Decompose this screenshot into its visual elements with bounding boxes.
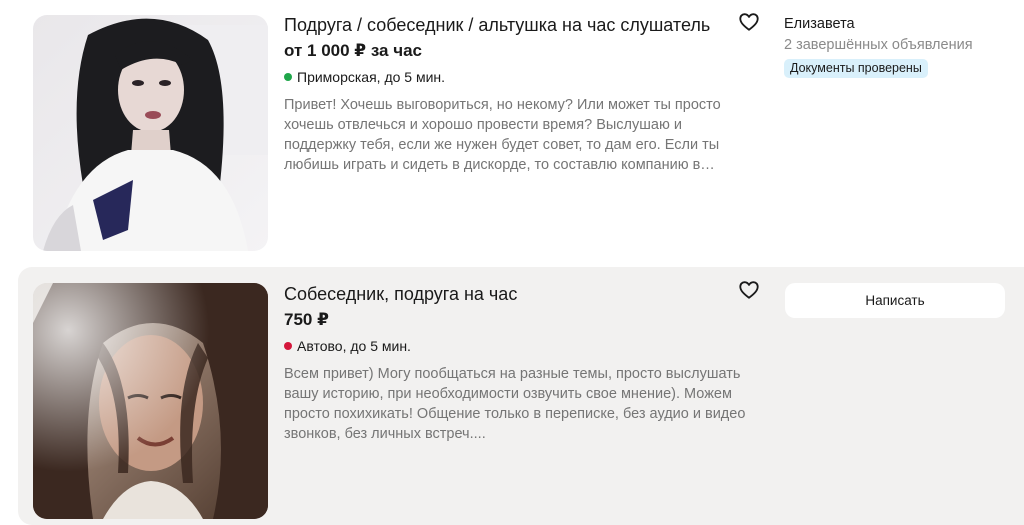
- seller-block: Елизавета 2 завершённых объявления Докум…: [784, 15, 1024, 78]
- listing-location: Приморская, до 5 мин.: [284, 68, 744, 86]
- listing-card-1[interactable]: Подруга / собеседник / альтушка на час с…: [18, 0, 1024, 262]
- seller-name[interactable]: Елизавета: [784, 15, 1024, 34]
- location-text: Автово, до 5 мин.: [297, 338, 411, 354]
- listing-price: 750 ₽: [284, 310, 329, 329]
- metro-line-icon: [284, 73, 292, 81]
- listing-title[interactable]: Собеседник, подруга на час: [284, 283, 744, 306]
- documents-verified-badge: Документы проверены: [784, 59, 928, 78]
- write-message-button[interactable]: Написать: [785, 283, 1005, 318]
- listing-photo-image: [33, 283, 268, 519]
- location-text: Приморская, до 5 мин.: [297, 69, 446, 85]
- listing-location: Автово, до 5 мин.: [284, 337, 744, 355]
- listing-description: Всем привет) Могу пообщаться на разные т…: [284, 366, 746, 442]
- listing-photo[interactable]: [33, 283, 268, 519]
- listing-price: от 1 000 ₽ за час: [284, 41, 423, 60]
- listing-title[interactable]: Подруга / собеседник / альтушка на час с…: [284, 14, 744, 37]
- listing-photo[interactable]: [33, 15, 268, 251]
- listing-info: Собеседник, подруга на час 750 ₽ Автово,…: [284, 283, 745, 444]
- listing-description: Привет! Хочешь выговориться, но некому? …: [284, 97, 721, 173]
- listing-info: Подруга / собеседник / альтушка на час с…: [284, 14, 744, 175]
- heart-outline-icon[interactable]: [738, 279, 760, 301]
- heart-outline-icon[interactable]: [738, 11, 760, 33]
- listing-photo-image: [33, 15, 268, 251]
- metro-line-icon: [284, 342, 292, 350]
- seller-ads-count: 2 завершённых объявления: [784, 37, 973, 53]
- listing-card-2[interactable]: Собеседник, подруга на час 750 ₽ Автово,…: [18, 267, 1024, 525]
